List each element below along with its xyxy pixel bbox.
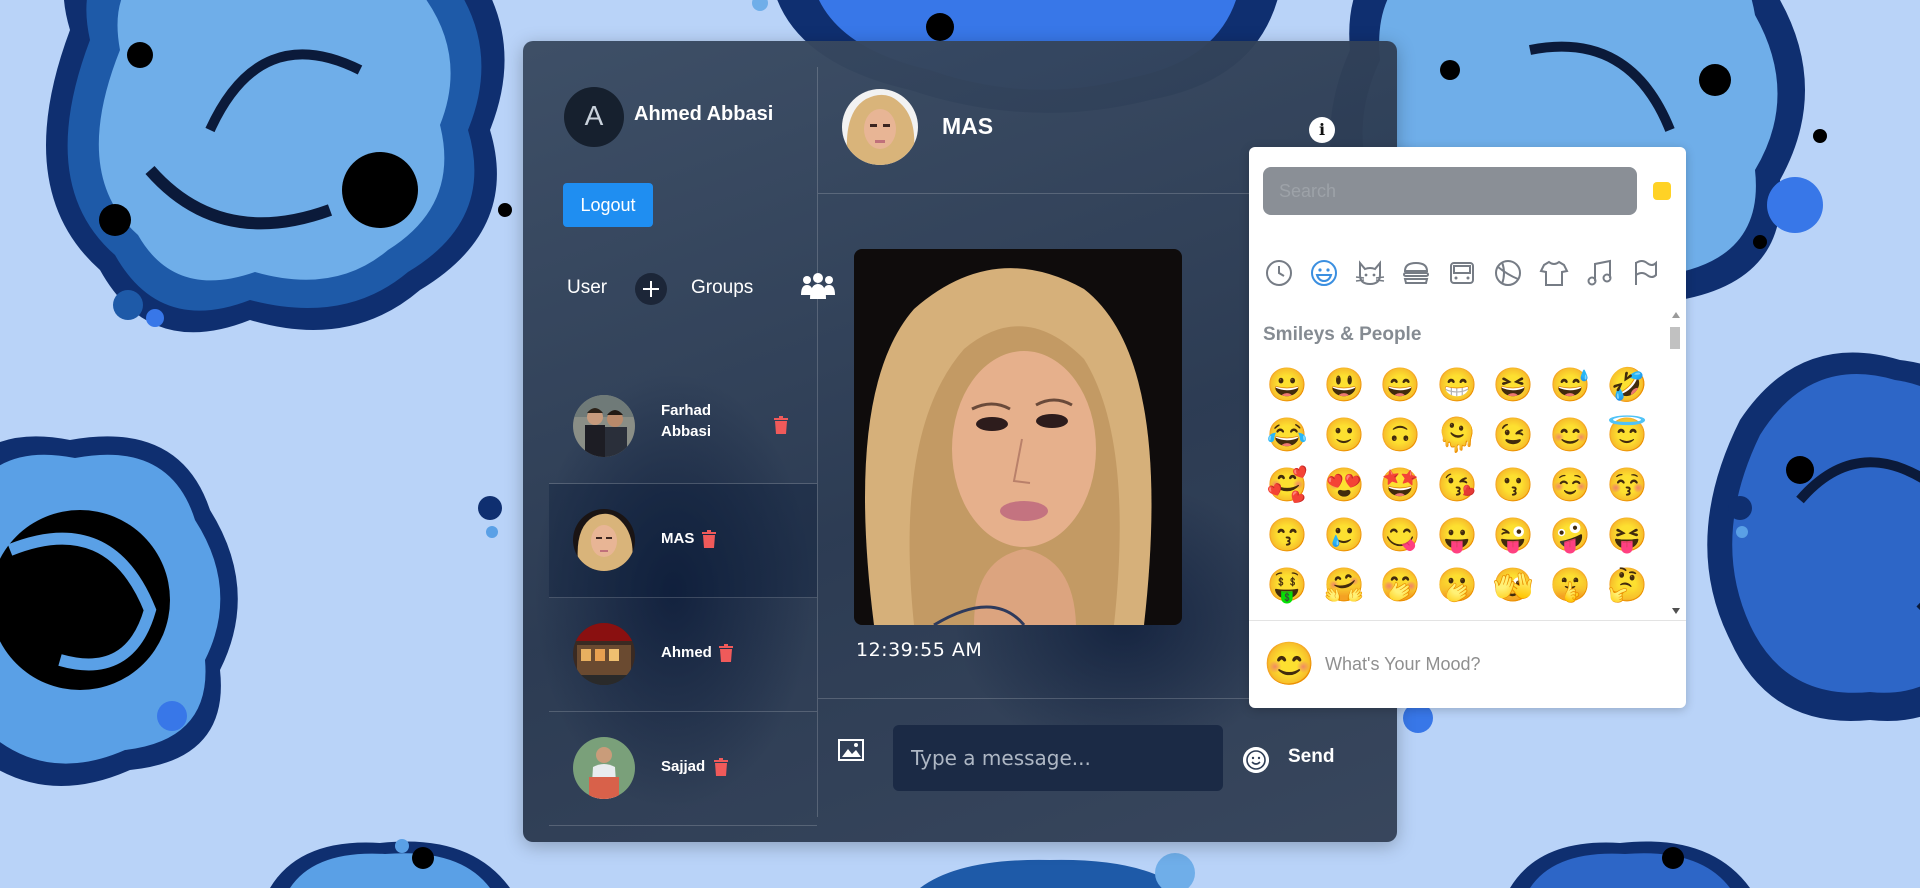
emoji-item[interactable]: 😃 xyxy=(1320,361,1368,409)
avatar xyxy=(573,623,635,685)
contact-list: Farhad Abbasi MAS Ahmed Sajjad xyxy=(549,370,817,826)
list-item[interactable]: Ahmed xyxy=(549,598,817,712)
groups-icon[interactable] xyxy=(801,273,835,301)
message-timestamp: 12:39:55 AM xyxy=(856,639,983,661)
avatar xyxy=(842,89,918,165)
emoji-item[interactable]: 😀 xyxy=(1263,361,1311,409)
contact-name: MAS xyxy=(661,530,695,547)
emoji-item[interactable]: 🥰 xyxy=(1263,461,1311,509)
emoji-item[interactable]: 🥲 xyxy=(1320,511,1368,559)
flags-icon[interactable] xyxy=(1629,257,1661,289)
emoji-picker-footer: 😊 What's Your Mood? xyxy=(1249,620,1686,708)
contact-name: Farhad xyxy=(661,402,712,419)
message-image[interactable] xyxy=(854,249,1182,625)
emoji-item[interactable]: 🫣 xyxy=(1489,561,1537,609)
avatar: A xyxy=(564,87,624,147)
list-item[interactable]: Sajjad xyxy=(549,712,817,826)
scrollbar[interactable] xyxy=(1668,310,1682,616)
emoji-item[interactable]: 😍 xyxy=(1320,461,1368,509)
image-upload-icon[interactable] xyxy=(838,739,864,761)
recent-icon[interactable] xyxy=(1263,257,1295,289)
emoji-category-bar xyxy=(1263,257,1673,297)
emoji-item[interactable]: 🤩 xyxy=(1376,461,1424,509)
message-input[interactable] xyxy=(893,725,1223,791)
swirl-blob xyxy=(270,841,510,888)
info-icon[interactable]: i xyxy=(1309,117,1335,143)
chat-title: MAS xyxy=(942,113,994,139)
emoji-item[interactable]: 😊 xyxy=(1546,411,1594,459)
contact-name: Ahmed xyxy=(661,644,712,661)
emoji-item[interactable]: 😝 xyxy=(1603,511,1651,559)
trash-icon[interactable] xyxy=(719,644,733,662)
swirl-blob xyxy=(46,0,505,333)
emoji-item[interactable]: 😋 xyxy=(1376,511,1424,559)
add-user-icon[interactable] xyxy=(635,273,667,305)
emoji-item[interactable]: 😇 xyxy=(1603,411,1651,459)
swirl-blob xyxy=(0,436,238,786)
composer: Send xyxy=(818,698,1397,818)
mood-text: What's Your Mood? xyxy=(1325,654,1481,674)
travel-icon[interactable] xyxy=(1446,257,1478,289)
tab-groups[interactable]: Groups xyxy=(691,277,753,299)
emoji-search-input[interactable] xyxy=(1263,167,1637,215)
emoji-item[interactable]: 🤔 xyxy=(1603,561,1651,609)
trash-icon[interactable] xyxy=(774,416,788,434)
emoji-item[interactable]: 😙 xyxy=(1263,511,1311,559)
emoji-toggle-icon[interactable] xyxy=(1243,747,1269,773)
contact-name-line2: Abbasi xyxy=(661,423,712,440)
emoji-item[interactable]: 🤑 xyxy=(1263,561,1311,609)
emoji-item[interactable]: 🤪 xyxy=(1546,511,1594,559)
emoji-item[interactable]: 😅 xyxy=(1546,361,1594,409)
emoji-item[interactable]: 😜 xyxy=(1489,511,1537,559)
emoji-item[interactable]: 🤭 xyxy=(1376,561,1424,609)
animals-icon[interactable] xyxy=(1354,257,1386,289)
avatar xyxy=(573,737,635,799)
swirl-blob xyxy=(1510,841,1750,888)
emoji-item[interactable]: 🙂 xyxy=(1320,411,1368,459)
emoji-item[interactable]: 😘 xyxy=(1433,461,1481,509)
emoji-item[interactable]: 😁 xyxy=(1433,361,1481,409)
smileys-icon[interactable] xyxy=(1308,257,1340,289)
emoji-item[interactable]: 😉 xyxy=(1489,411,1537,459)
trash-icon[interactable] xyxy=(714,758,728,776)
emoji-item[interactable]: 😆 xyxy=(1489,361,1537,409)
symbols-icon[interactable] xyxy=(1584,257,1616,289)
emoji-item[interactable]: 😚 xyxy=(1603,461,1651,509)
list-item[interactable]: Farhad Abbasi xyxy=(549,370,817,484)
emoji-item[interactable]: 🤫 xyxy=(1546,561,1594,609)
logout-button[interactable]: Logout xyxy=(563,183,653,227)
sidebar: A Ahmed Abbasi Logout User Groups Farhad… xyxy=(549,67,835,826)
emoji-item[interactable]: 🙃 xyxy=(1376,411,1424,459)
emoji-category-title: Smileys & People xyxy=(1263,324,1422,345)
avatar xyxy=(573,509,635,571)
user-name: Ahmed Abbasi xyxy=(634,103,774,125)
trash-icon[interactable] xyxy=(702,530,716,548)
activity-icon[interactable] xyxy=(1492,257,1524,289)
emoji-item[interactable]: 😄 xyxy=(1376,361,1424,409)
skin-tone-button[interactable] xyxy=(1653,182,1671,200)
emoji-item[interactable]: ☺️ xyxy=(1546,461,1594,509)
emoji-picker: Smileys & People 😀😃😄😁😆😅🤣😂🙂🙃🫠😉😊😇🥰😍🤩😘😗☺️😚😙… xyxy=(1249,147,1686,708)
contact-name: Sajjad xyxy=(661,758,706,775)
emoji-item[interactable]: 😗 xyxy=(1489,461,1537,509)
avatar xyxy=(573,395,635,457)
emoji-item[interactable]: 😂 xyxy=(1263,411,1311,459)
emoji-item[interactable]: 🫠 xyxy=(1433,411,1481,459)
emoji-item[interactable]: 🤗 xyxy=(1320,561,1368,609)
food-icon[interactable] xyxy=(1400,257,1432,289)
emoji-item[interactable]: 🫢 xyxy=(1433,561,1481,609)
objects-icon[interactable] xyxy=(1538,257,1570,289)
emoji-grid: 😀 😃 😄 😁 😆 😅 🤣 😂 🙂 🙃 🫠 😉 😊 😇 🥰 😍 🤩 😘 😗 ☺️ 😚 😙 🥲 😋 😛 😜 🤪 😝 🤑 🤗 🤭 🫢 🫣 🤫 🤔 xyxy=(1263,361,1663,617)
send-button[interactable]: Send xyxy=(1288,746,1334,768)
list-item[interactable]: MAS xyxy=(549,484,817,598)
swirl-blob xyxy=(920,859,1180,888)
emoji-item[interactable]: 😛 xyxy=(1433,511,1481,559)
tab-user[interactable]: User xyxy=(567,277,607,299)
emoji-item[interactable]: 🤣 xyxy=(1603,361,1651,409)
mood-emoji: 😊 xyxy=(1263,640,1316,687)
